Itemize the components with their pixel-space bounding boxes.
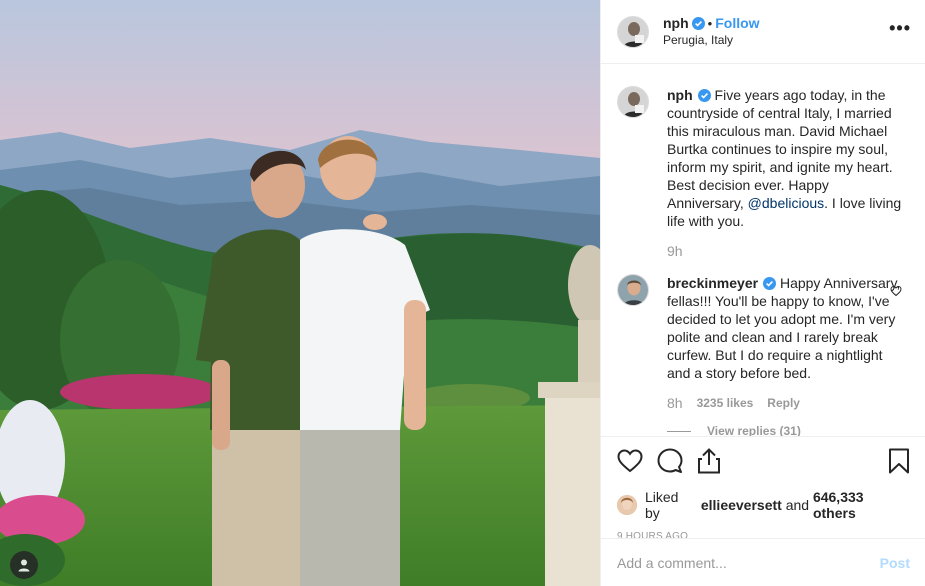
follow-button[interactable]: Follow xyxy=(715,15,759,31)
caption-body: nph Five years ago today, in the country… xyxy=(667,86,907,260)
comment-bubble-icon[interactable] xyxy=(657,448,683,474)
user-icon xyxy=(18,559,30,572)
more-options-icon[interactable]: ••• xyxy=(883,18,917,39)
bookmark-icon[interactable] xyxy=(888,448,910,474)
verified-badge-icon xyxy=(691,16,705,30)
avatar-image xyxy=(618,16,648,47)
caption-mention-link[interactable]: @dbelicious xyxy=(748,195,824,211)
comment-time[interactable]: 8h xyxy=(667,394,683,412)
comment-body: breckinmeyer Happy Anniversary, fellas!!… xyxy=(667,274,907,436)
comment-item: breckinmeyer Happy Anniversary, fellas!!… xyxy=(617,274,910,436)
liked-by-user[interactable]: ellieeversett xyxy=(701,497,782,513)
photo-scene xyxy=(0,0,600,586)
comments-list[interactable]: nph Five years ago today, in the country… xyxy=(601,64,925,436)
comment-likes[interactable]: 3235 likes xyxy=(697,394,754,412)
author-username[interactable]: nph xyxy=(663,15,689,31)
post-sidebar: nph • Follow Perugia, Italy ••• nph Five… xyxy=(600,0,925,586)
comment-like-heart-icon[interactable] xyxy=(890,284,902,302)
view-replies-label: View replies (31) xyxy=(707,424,801,436)
author-avatar[interactable] xyxy=(617,15,649,48)
commenter-avatar[interactable] xyxy=(617,274,649,306)
post-photo[interactable] xyxy=(0,0,600,586)
liked-by-count[interactable]: 646,333 others xyxy=(813,489,910,521)
liked-by-prefix: Liked by xyxy=(644,489,679,521)
reply-button[interactable]: Reply xyxy=(767,394,800,412)
comment-meta: 8h 3235 likes Reply xyxy=(667,394,907,412)
post-header: nph • Follow Perugia, Italy ••• xyxy=(601,0,925,64)
caption-text: Five years ago today, in the countryside… xyxy=(667,87,893,211)
like-heart-icon[interactable] xyxy=(617,449,643,473)
post-location[interactable]: Perugia, Italy xyxy=(663,32,760,49)
commenter-username[interactable]: breckinmeyer xyxy=(667,275,758,291)
tagged-users-button[interactable] xyxy=(10,551,38,579)
caption-avatar[interactable] xyxy=(617,86,649,118)
instagram-post: nph • Follow Perugia, Italy ••• nph Five… xyxy=(0,0,925,586)
add-comment-bar: Post xyxy=(601,538,925,586)
add-comment-input[interactable] xyxy=(617,554,880,571)
avatar-image xyxy=(618,275,648,305)
post-comment-button[interactable]: Post xyxy=(880,555,910,571)
liked-by-and: and xyxy=(785,497,810,513)
view-replies-button[interactable]: View replies (31) xyxy=(667,422,907,436)
share-icon[interactable] xyxy=(697,448,721,474)
avatar-image xyxy=(618,87,648,117)
action-icons xyxy=(617,447,910,475)
caption-username[interactable]: nph xyxy=(667,87,693,103)
verified-badge-icon xyxy=(763,276,777,290)
separator-dot: • xyxy=(707,15,713,31)
caption-time[interactable]: 9h xyxy=(667,242,907,260)
post-actions: Liked by ellieeversett and 646,333 other… xyxy=(601,436,925,542)
liked-by-row: Liked by ellieeversett and 646,333 other… xyxy=(617,489,910,521)
caption-comment: nph Five years ago today, in the country… xyxy=(617,86,910,260)
header-text: nph • Follow Perugia, Italy xyxy=(663,15,760,49)
liker-avatar[interactable] xyxy=(617,495,637,515)
verified-badge-icon xyxy=(697,88,711,102)
replies-divider xyxy=(667,430,691,432)
